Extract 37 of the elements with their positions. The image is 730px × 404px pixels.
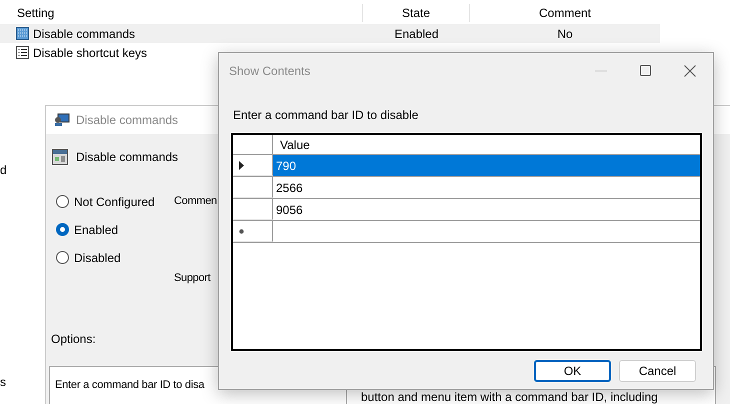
radio-button[interactable] [56,195,69,208]
setting-name: Disable commands [33,26,136,42]
dialog-button[interactable]: Cancel [619,360,696,382]
radio-option[interactable]: Enabled [56,220,166,239]
column-header[interactable]: Value [273,135,310,154]
column-header[interactable]: Setting [0,4,363,22]
close-icon[interactable] [684,64,696,76]
policy-icon [52,149,68,165]
cut-off-text: s [0,374,6,391]
new-row-icon [239,228,244,234]
current-row-icon [239,160,244,170]
setting-name: Disable shortcut keys [33,44,148,62]
policy-heading: Disable commands [76,149,178,166]
column-header[interactable]: State [363,4,470,22]
setting-row[interactable]: Disable commands Enabled No [0,24,660,43]
value-cell[interactable]: 790 [273,155,700,176]
column-header[interactable]: Comment [470,4,660,22]
radio-button[interactable] [56,223,69,236]
policy-setting-icon [16,27,29,40]
options-text: Enter a command bar ID to disa [55,379,204,391]
radio-option[interactable]: Disabled [56,248,166,267]
dialog-title: Show Contents [229,62,312,80]
maximize-icon[interactable] [640,65,651,76]
field-label: Commen [174,194,217,209]
field-label: Support [174,271,210,286]
radio-button[interactable] [56,251,69,264]
prompt-text: Enter a command bar ID to disable [233,107,420,124]
options-label: Options: [51,331,96,348]
computer-icon [54,113,70,127]
cut-off-text: d [0,162,7,179]
window-title: Disable commands [76,112,178,129]
radio-option[interactable]: Not Configured [56,192,166,211]
setting-comment: No [557,26,573,40]
policy-setting-icon [16,46,29,59]
dialog-button[interactable]: OK [534,360,611,382]
setting-state: Enabled [394,26,439,40]
help-text: button and menu item with a command bar ID, including [361,390,658,404]
